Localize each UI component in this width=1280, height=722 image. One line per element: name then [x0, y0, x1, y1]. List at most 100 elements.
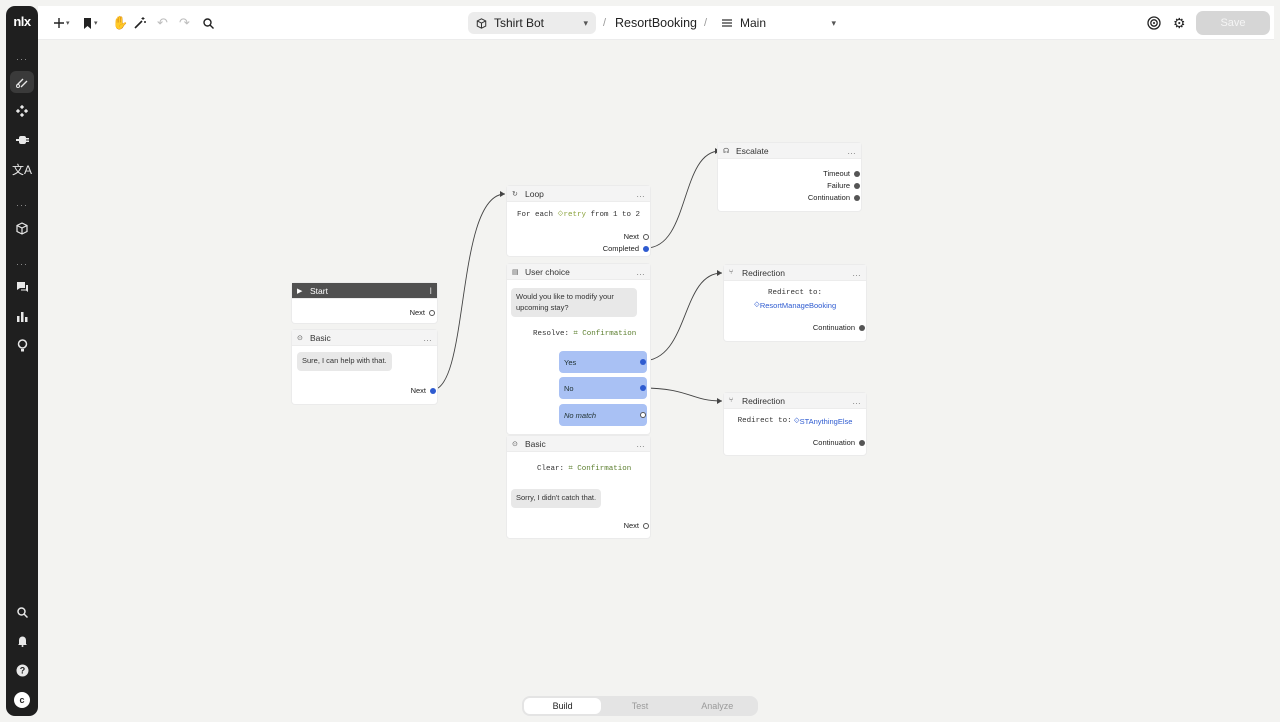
completed-port[interactable]: Completed [603, 244, 649, 253]
choice-yes[interactable]: Yes [559, 351, 647, 373]
node-header[interactable]: ⑂ Redirection … [724, 393, 866, 409]
node-header[interactable]: ☊ Escalate … [718, 143, 861, 159]
continuation-port[interactable]: Continuation [813, 323, 865, 332]
node-header[interactable]: ▶ Start I [292, 283, 437, 299]
port-label: Next [623, 232, 639, 241]
mode-switcher: Build Test Analyze [522, 696, 758, 716]
port-dot[interactable] [640, 412, 646, 418]
tab-test[interactable]: Test [601, 698, 678, 714]
message-bubble[interactable]: Sorry, I didn't catch that. [511, 489, 602, 508]
basic-node[interactable]: ⊙ Basic … Sure, I can help with that. Ne… [292, 330, 437, 404]
arrow-head [717, 270, 722, 276]
analytics-icon[interactable] [10, 305, 34, 327]
port-dot[interactable] [640, 385, 646, 391]
port-dot[interactable] [854, 170, 860, 177]
node-menu-icon[interactable]: … [423, 333, 432, 343]
flow-name[interactable]: ResortBooking [615, 16, 697, 30]
port-dot[interactable] [643, 522, 649, 529]
port-dot[interactable] [859, 439, 865, 446]
node-menu-icon[interactable]: … [636, 267, 645, 277]
target-button[interactable] [1147, 13, 1161, 33]
page-selector[interactable]: Main ▾ [716, 12, 842, 34]
avatar[interactable]: c [14, 692, 30, 708]
bookmark-button[interactable]: ▾ [83, 13, 98, 33]
port-dot[interactable] [854, 194, 860, 201]
next-port[interactable]: Next [624, 232, 649, 241]
port-label: Next [623, 521, 639, 530]
clear-variable[interactable]: ⌗ Confirmation [569, 464, 632, 473]
message-bubble[interactable]: Sure, I can help with that. [297, 352, 392, 371]
loop-node[interactable]: ↻ Loop … For each ⟐retry from 1 to 2 Nex… [507, 186, 650, 256]
choice-icon: ▤ [512, 268, 519, 276]
port-dot[interactable] [640, 359, 646, 365]
node-header[interactable]: ↻ Loop … [507, 186, 650, 202]
node-menu-icon[interactable]: … [636, 439, 645, 449]
choice-label: No [564, 383, 574, 393]
node-menu-icon[interactable]: … [852, 396, 861, 406]
integrations-icon[interactable] [10, 129, 34, 151]
conversations-icon[interactable] [10, 276, 34, 298]
loop-expression: For each ⟐retry from 1 to 2 [517, 210, 640, 220]
components-icon[interactable] [10, 100, 34, 122]
redirection-node[interactable]: ⑂ Redirection … Redirect to: ⟐ STAnythin… [724, 393, 866, 455]
bell-icon[interactable] [10, 630, 34, 652]
choice-no[interactable]: No [559, 377, 647, 399]
failure-port[interactable]: Failure [827, 181, 860, 190]
choice-label: Yes [564, 357, 577, 367]
translate-icon[interactable]: 文A [10, 158, 34, 180]
search-icon[interactable] [10, 601, 34, 623]
next-port[interactable]: Next [410, 308, 435, 317]
hand-tool-button[interactable]: ✋ [112, 13, 128, 33]
continuation-port[interactable]: Continuation [808, 193, 860, 202]
redirect-target[interactable]: ⟐ ResortManageBooking [724, 300, 866, 310]
port-dot[interactable] [643, 233, 649, 240]
settings-button[interactable]: ⚙ [1173, 13, 1186, 33]
choice-no-match[interactable]: No match [559, 404, 647, 426]
start-node[interactable]: ▶ Start I Next [292, 283, 437, 323]
user-choice-node[interactable]: ▤ User choice … Would you like to modify… [507, 264, 650, 434]
nlx-logo[interactable]: nlx [6, 14, 38, 29]
node-header[interactable]: ⑂ Redirection … [724, 265, 866, 281]
escalate-node[interactable]: ☊ Escalate … Timeout Failure Continuatio… [718, 143, 861, 211]
redirection-node[interactable]: ⑂ Redirection … Redirect to: ⟐ ResortMan… [724, 265, 866, 341]
undo-button[interactable]: ↶ [157, 13, 168, 33]
port-dot[interactable] [430, 387, 436, 394]
port-label: Continuation [812, 438, 855, 447]
help-icon[interactable]: ? [10, 659, 34, 681]
node-header[interactable]: ▤ User choice … [507, 264, 650, 280]
port-dot[interactable] [859, 324, 865, 331]
next-port[interactable]: Next [411, 386, 436, 395]
tab-build[interactable]: Build [524, 698, 602, 714]
next-port[interactable]: Next [624, 521, 649, 530]
port-dot[interactable] [854, 182, 860, 189]
save-button[interactable]: Save [1196, 11, 1270, 35]
resolve-variable[interactable]: ⌗ Confirmation [574, 329, 637, 338]
node-menu-icon[interactable]: … [847, 146, 856, 156]
box-icon[interactable] [10, 217, 34, 239]
bot-selector[interactable]: Tshirt Bot ▾ [468, 12, 596, 34]
search-button[interactable] [203, 13, 214, 33]
loop-variable[interactable]: ⟐retry [558, 210, 586, 219]
node-header[interactable]: ⊙ Basic … [292, 330, 437, 346]
continuation-port[interactable]: Continuation [813, 438, 865, 447]
list-icon [722, 19, 732, 27]
prompt-bubble[interactable]: Would you like to modify your upcoming s… [511, 288, 637, 317]
tab-analyze[interactable]: Analyze [679, 698, 756, 714]
timeout-port[interactable]: Timeout [823, 169, 860, 178]
node-menu-icon[interactable]: … [852, 268, 861, 278]
node-header[interactable]: ⊙ Basic … [507, 436, 650, 452]
node-menu-icon[interactable]: … [636, 189, 645, 199]
play-icon: ▶ [297, 287, 303, 295]
magic-wand-button[interactable] [134, 13, 146, 33]
port-dot[interactable] [429, 309, 435, 316]
redirect-label: Redirect to: [737, 417, 792, 425]
port-dot[interactable] [643, 245, 649, 252]
add-node-button[interactable]: ▾ [54, 13, 70, 33]
flows-icon[interactable] [10, 71, 34, 93]
port-label: Next [410, 386, 426, 395]
redo-button[interactable]: ↷ [179, 13, 190, 33]
redirect-target-name[interactable]: STAnythingElse [800, 417, 853, 426]
idea-icon[interactable] [10, 334, 34, 356]
basic-node[interactable]: ⊙ Basic … Clear: ⌗ Confirmation Sorry, I… [507, 436, 650, 538]
resolve-label: Resolve: [533, 329, 570, 338]
